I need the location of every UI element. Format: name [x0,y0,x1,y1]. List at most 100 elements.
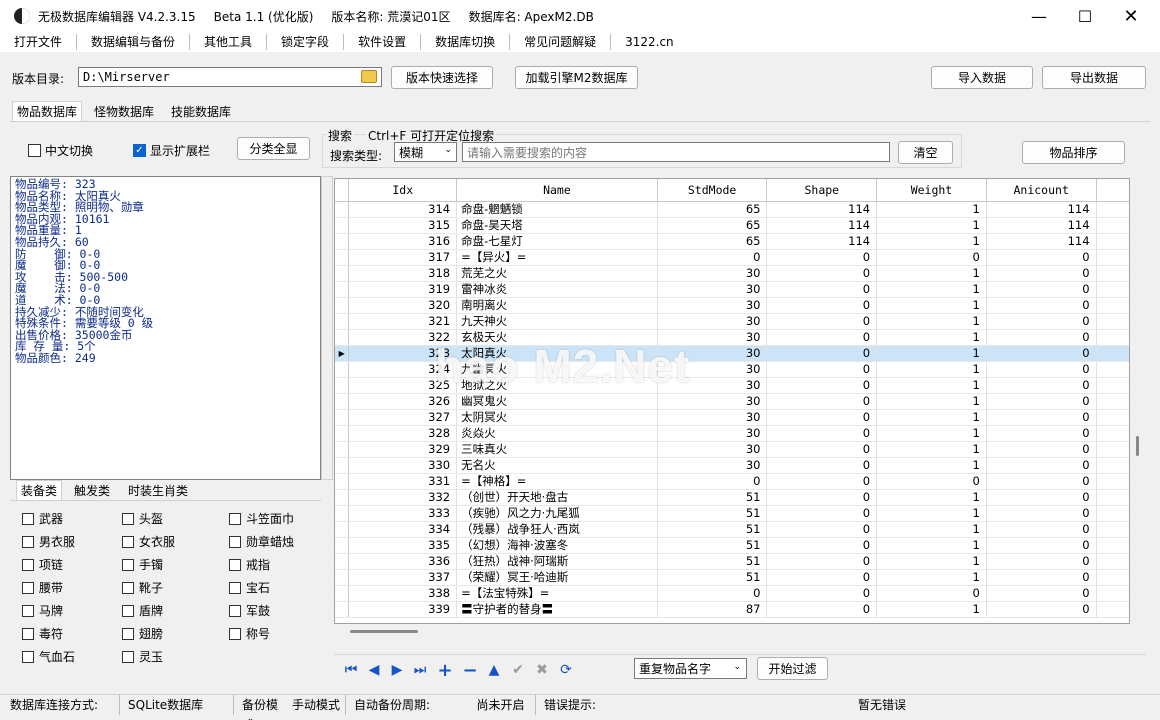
cell-idx[interactable]: 337 [348,569,458,586]
refresh-icon[interactable]: ⟳ [558,662,574,678]
category-checkbox[interactable]: 称号 [229,625,270,642]
cell-anicount[interactable]: 0 [986,601,1097,618]
cell-anicount[interactable]: 0 [986,249,1097,266]
cell-name[interactable]: 炎焱火 [456,425,658,442]
cell-anicount[interactable]: 0 [986,521,1097,538]
tab-fashion-zodiac[interactable]: 时装生肖类 [124,481,192,501]
cell-stdmode[interactable]: 30 [657,265,768,282]
cell-shape[interactable]: 0 [766,457,878,474]
cell-weight[interactable]: 0 [876,249,987,266]
cell-idx[interactable]: 316 [348,233,458,250]
cell-anicount[interactable]: 0 [986,345,1097,362]
category-checkbox[interactable]: 武器 [22,510,63,527]
cell-stdmode[interactable]: 51 [657,569,768,586]
cell-shape[interactable]: 0 [766,569,878,586]
folder-icon[interactable] [361,70,377,83]
cell-anicount[interactable]: 0 [986,569,1097,586]
cell-name[interactable]: 命盘-昊天塔 [456,217,658,234]
cell-shape[interactable]: 0 [766,585,878,602]
scrollbar-thumb[interactable] [1136,436,1139,456]
cell-weight[interactable]: 1 [876,409,987,426]
cell-weight[interactable]: 1 [876,393,987,410]
cell-weight[interactable]: 1 [876,489,987,506]
duplicate-filter-select[interactable]: 重复物品名字 ⌄ [634,658,747,679]
scrollbar-thumb[interactable] [350,630,418,633]
show-ext-checkbox[interactable]: ✓ 显示扩展栏 [133,142,210,159]
cell-stdmode[interactable]: 30 [657,313,768,330]
tab-trigger[interactable]: 触发类 [70,481,114,501]
cell-idx[interactable]: 336 [348,553,458,570]
cell-shape[interactable]: 114 [766,201,878,218]
cell-name[interactable]: 无名火 [456,457,658,474]
cell-stdmode[interactable]: 30 [657,297,768,314]
cell-name[interactable]: 荒芜之火 [456,265,658,282]
cell-shape[interactable]: 0 [766,281,878,298]
table-row[interactable]: 326 幽冥鬼火 30 0 1 0 [335,393,1129,410]
cell-stdmode[interactable]: 30 [657,425,768,442]
search-type-select[interactable]: 模糊 ⌄ [394,142,457,162]
tab-item-db[interactable]: 物品数据库 [12,101,83,121]
cell-name[interactable]: =【神格】= [456,473,658,490]
grid-horizontal-scrollbar[interactable] [334,624,1130,640]
cell-anicount[interactable]: 0 [986,441,1097,458]
cell-anicount[interactable]: 0 [986,393,1097,410]
start-filter-button[interactable]: 开始过滤 [757,657,828,680]
clear-search-button[interactable]: 清空 [898,141,953,164]
cell-idx[interactable]: 331 [348,473,458,490]
column-header-anicount[interactable]: Anicount [986,179,1097,202]
category-checkbox[interactable]: 毒符 [22,625,63,642]
table-row[interactable]: 338 =【法宝特殊】= 0 0 0 0 [335,585,1129,602]
cell-anicount[interactable]: 0 [986,489,1097,506]
menu-db-switch[interactable]: 数据库切换 [421,34,511,50]
cell-idx[interactable]: 319 [348,281,458,298]
cell-idx[interactable]: 332 [348,489,458,506]
cell-shape[interactable]: 0 [766,265,878,282]
category-checkbox[interactable]: 手镯 [122,556,163,573]
category-checkbox[interactable]: 盾牌 [122,602,163,619]
column-header-idx[interactable]: Idx [348,179,458,202]
cell-anicount[interactable]: 0 [986,361,1097,378]
minimize-icon[interactable]: — [1016,0,1062,32]
info-panel-scrollbar[interactable] [321,176,333,480]
cell-stdmode[interactable]: 30 [657,281,768,298]
show-all-categories-button[interactable]: 分类全显 [237,137,310,160]
cell-name[interactable]: 〓守护者的替身〓 [456,601,658,618]
cell-stdmode[interactable]: 0 [657,249,768,266]
cell-shape[interactable]: 0 [766,601,878,618]
cell-name[interactable]: 幽冥鬼火 [456,393,658,410]
cell-idx[interactable]: 318 [348,265,458,282]
cell-weight[interactable]: 1 [876,233,987,250]
cell-shape[interactable]: 0 [766,553,878,570]
cell-anicount[interactable]: 0 [986,265,1097,282]
cell-shape[interactable]: 0 [766,521,878,538]
cell-stdmode[interactable]: 51 [657,553,768,570]
cell-idx[interactable]: 327 [348,409,458,426]
cell-weight[interactable]: 1 [876,281,987,298]
menu-faq[interactable]: 常见问题解疑 [510,34,612,50]
cell-stdmode[interactable]: 0 [657,585,768,602]
table-row[interactable]: 316 命盘-七星灯 65 114 1 114 [335,233,1129,250]
column-header-weight[interactable]: Weight [876,179,987,202]
chinese-switch-checkbox[interactable]: 中文切换 [28,142,93,159]
cell-anicount[interactable]: 0 [986,473,1097,490]
table-row[interactable]: 318 荒芜之火 30 0 1 0 [335,265,1129,282]
menu-data-edit-backup[interactable]: 数据编辑与备份 [77,34,191,50]
cell-shape[interactable]: 0 [766,425,878,442]
last-record-icon[interactable]: ⏭ [412,662,428,678]
cell-shape[interactable]: 0 [766,393,878,410]
category-checkbox[interactable]: 男衣服 [22,533,75,550]
cell-shape[interactable]: 0 [766,409,878,426]
grid-vertical-scrollbar[interactable] [1130,178,1146,624]
cell-weight[interactable]: 1 [876,265,987,282]
cell-shape[interactable]: 0 [766,345,878,362]
category-checkbox[interactable]: 戒指 [229,556,270,573]
cell-weight[interactable]: 1 [876,297,987,314]
cell-name[interactable]: （荣耀）冥王·哈迪斯 [456,569,658,586]
cell-name[interactable]: 命盘-七星灯 [456,233,658,250]
cell-weight[interactable]: 0 [876,585,987,602]
maximize-icon[interactable]: ☐ [1062,0,1108,32]
cell-weight[interactable]: 1 [876,537,987,554]
cell-weight[interactable]: 1 [876,505,987,522]
category-checkbox[interactable]: 军鼓 [229,602,270,619]
cell-name[interactable]: 雷神冰炎 [456,281,658,298]
